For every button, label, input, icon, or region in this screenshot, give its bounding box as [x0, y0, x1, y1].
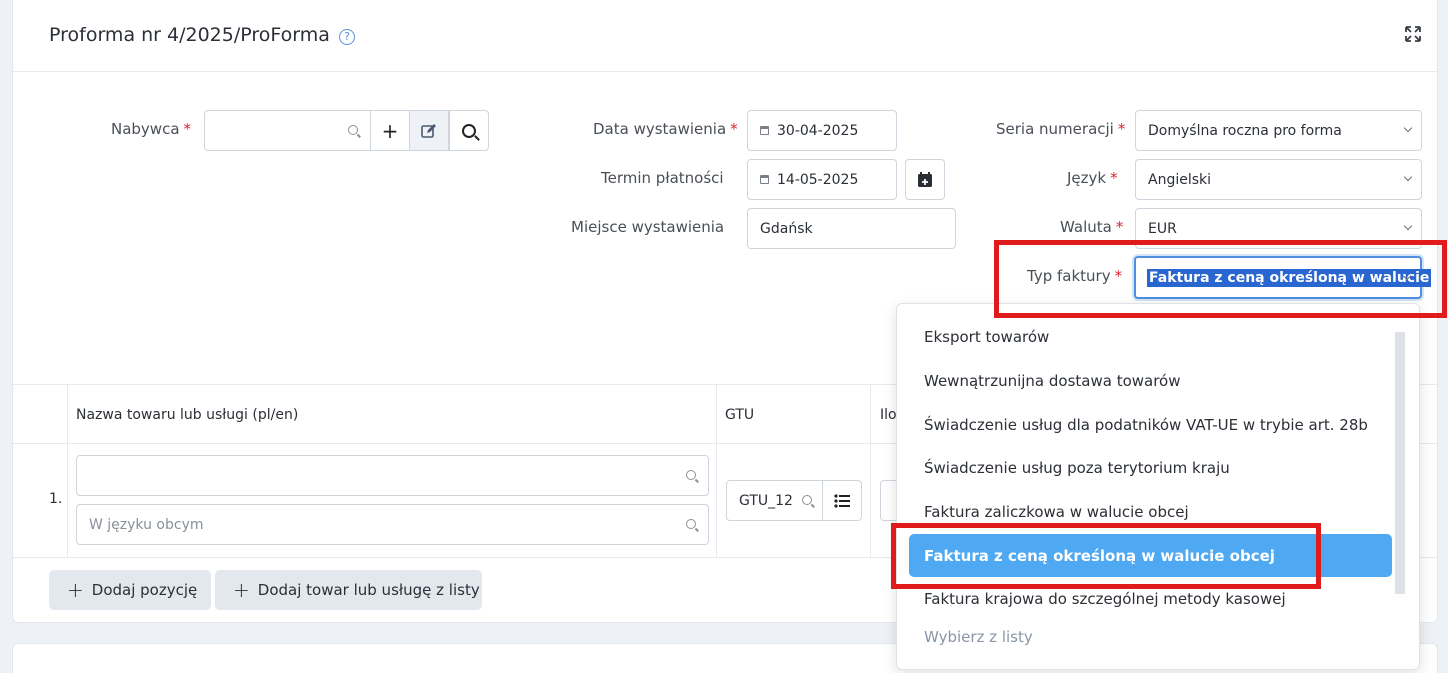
language-label: Język *: [1067, 169, 1118, 187]
header-divider: [13, 71, 1437, 72]
highlight-box-select: [994, 240, 1447, 318]
buyer-label: Nabywca *: [111, 120, 192, 138]
item-name-input[interactable]: [76, 455, 709, 496]
search-icon: [686, 470, 696, 480]
dropdown-option[interactable]: Eksport towarów: [924, 328, 1049, 346]
help-icon[interactable]: ?: [339, 29, 355, 45]
gtu-list-button[interactable]: [822, 480, 862, 521]
dropdown-scrollbar[interactable]: [1395, 332, 1405, 594]
column-gtu-header: GTU: [725, 407, 755, 423]
add-from-list-button[interactable]: + Dodaj towar lub usługę z listy: [215, 570, 482, 610]
place-label: Miejsce wystawienia: [571, 218, 725, 236]
dropdown-option[interactable]: Świadczenie usług poza terytorium kraju: [924, 459, 1230, 477]
column-divider: [67, 385, 68, 445]
highlight-box-option: [891, 523, 1321, 589]
expand-icon[interactable]: [1405, 26, 1421, 42]
column-divider: [67, 444, 68, 557]
column-divider: [716, 444, 717, 557]
row-index: 1.: [49, 491, 63, 507]
issue-date-label: Data wystawienia *: [593, 120, 738, 138]
column-divider: [870, 444, 871, 557]
plus-icon: +: [233, 578, 250, 602]
column-qty-header: Ilo: [880, 407, 897, 423]
series-select[interactable]: Domyślna roczna pro forma: [1135, 110, 1422, 151]
list-icon: [834, 493, 850, 508]
chevron-down-icon: [1403, 221, 1413, 231]
search-icon: [686, 519, 696, 529]
dropdown-option[interactable]: Faktura krajowa do szczególnej metody ka…: [924, 590, 1286, 608]
calendar-icon: [760, 126, 769, 135]
add-buyer-button[interactable]: +: [370, 110, 410, 151]
plus-icon: +: [67, 578, 84, 602]
issue-date-input[interactable]: 30-04-2025: [747, 110, 897, 151]
calendar-plus-icon: [918, 171, 932, 187]
dropdown-option[interactable]: Świadczenie usług dla podatników VAT-UE …: [924, 416, 1368, 434]
calendar-picker-button[interactable]: [905, 159, 945, 200]
dropdown-option[interactable]: Faktura zaliczkowa w walucie obcej: [924, 503, 1189, 521]
item-foreign-name-input[interactable]: W języku obcym: [76, 504, 709, 545]
dropdown-footer[interactable]: Wybierz z listy: [924, 628, 1033, 646]
place-input[interactable]: Gdańsk: [747, 208, 956, 249]
search-buyer-button[interactable]: [449, 110, 489, 151]
search-icon: [348, 125, 358, 135]
chevron-down-icon: [1403, 172, 1413, 182]
add-position-button[interactable]: + Dodaj pozycję: [49, 570, 211, 610]
column-name-header: Nazwa towaru lub usługi (pl/en): [76, 407, 299, 423]
edit-buyer-button[interactable]: [409, 110, 449, 151]
series-label: Seria numeracji *: [996, 120, 1126, 138]
buyer-input[interactable]: [204, 110, 371, 151]
edit-icon: [421, 123, 436, 138]
gtu-input[interactable]: GTU_12: [726, 480, 823, 521]
chevron-down-icon: [1403, 123, 1413, 133]
calendar-icon: [760, 175, 769, 184]
column-divider: [870, 385, 871, 445]
column-divider: [716, 385, 717, 445]
due-date-input[interactable]: 14-05-2025: [747, 159, 897, 200]
search-icon: [462, 123, 476, 138]
search-icon: [802, 495, 812, 505]
currency-label: Waluta *: [1060, 218, 1124, 236]
due-date-label: Termin płatności: [601, 169, 724, 187]
language-select[interactable]: Angielski: [1135, 159, 1422, 200]
invoice-type-dropdown: Eksport towarów Wewnątrzunijna dostawa t…: [896, 303, 1420, 670]
page-title: Proforma nr 4/2025/ProForma: [49, 24, 330, 46]
dropdown-option[interactable]: Wewnątrzunijna dostawa towarów: [924, 372, 1181, 390]
